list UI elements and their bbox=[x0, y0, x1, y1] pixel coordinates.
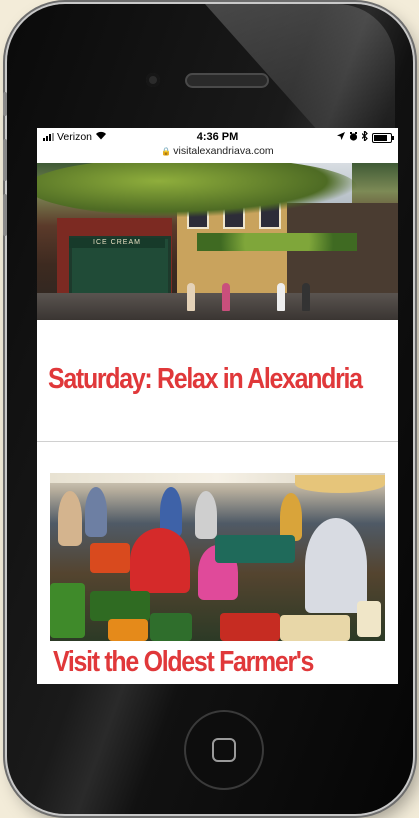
url-text: visitalexandriava.com bbox=[173, 145, 274, 157]
location-arrow-icon bbox=[337, 132, 345, 143]
volume-up-button bbox=[3, 139, 7, 181]
alarm-icon bbox=[349, 131, 358, 144]
bluetooth-icon bbox=[361, 129, 368, 144]
hero-image: ICE CREAM bbox=[37, 163, 398, 320]
lock-icon: 🔒 bbox=[161, 147, 172, 156]
market-umbrella bbox=[295, 475, 385, 493]
ivy-garland bbox=[197, 233, 357, 251]
price-sign bbox=[357, 601, 381, 637]
pedestrian bbox=[302, 283, 310, 311]
section-divider bbox=[37, 441, 398, 442]
phone-screen: Verizon 4:36 PM 🔒 visitalexandriava.com I… bbox=[37, 128, 398, 684]
home-square-icon bbox=[212, 738, 236, 762]
vendor-white-shirt bbox=[305, 518, 367, 613]
shopper bbox=[280, 493, 302, 541]
battery-icon bbox=[372, 132, 394, 143]
green-tray-table bbox=[215, 535, 295, 563]
home-button[interactable] bbox=[186, 712, 262, 788]
pedestrian bbox=[187, 283, 195, 311]
red-pepper-crate bbox=[220, 613, 280, 641]
vendor-red-shirt bbox=[130, 528, 190, 593]
cucumber-crate bbox=[150, 613, 192, 641]
front-camera bbox=[146, 73, 160, 87]
address-bar[interactable]: 🔒 visitalexandriava.com bbox=[37, 145, 398, 157]
street bbox=[37, 293, 398, 320]
volume-down-button bbox=[3, 194, 7, 236]
tomato-crate bbox=[90, 543, 130, 573]
pedestrian bbox=[222, 283, 230, 311]
shopper bbox=[58, 491, 82, 546]
article-heading: Saturday: Relax in Alexandria bbox=[48, 363, 363, 395]
orange-squash-crate bbox=[108, 619, 148, 641]
shop-sign: ICE CREAM bbox=[69, 238, 165, 248]
section-heading: Visit the Oldest Farmer's bbox=[53, 646, 314, 678]
melon-crate bbox=[280, 615, 350, 641]
status-icons bbox=[337, 129, 394, 144]
earpiece-speaker bbox=[187, 75, 267, 86]
zucchini-crate bbox=[90, 591, 150, 621]
status-bar: Verizon 4:36 PM bbox=[37, 128, 398, 146]
shopper bbox=[195, 491, 217, 539]
shopper bbox=[85, 487, 107, 537]
mute-switch bbox=[3, 92, 7, 116]
pepper-crate bbox=[50, 583, 85, 638]
pedestrian bbox=[277, 283, 285, 311]
farmers-market-image bbox=[50, 473, 385, 641]
